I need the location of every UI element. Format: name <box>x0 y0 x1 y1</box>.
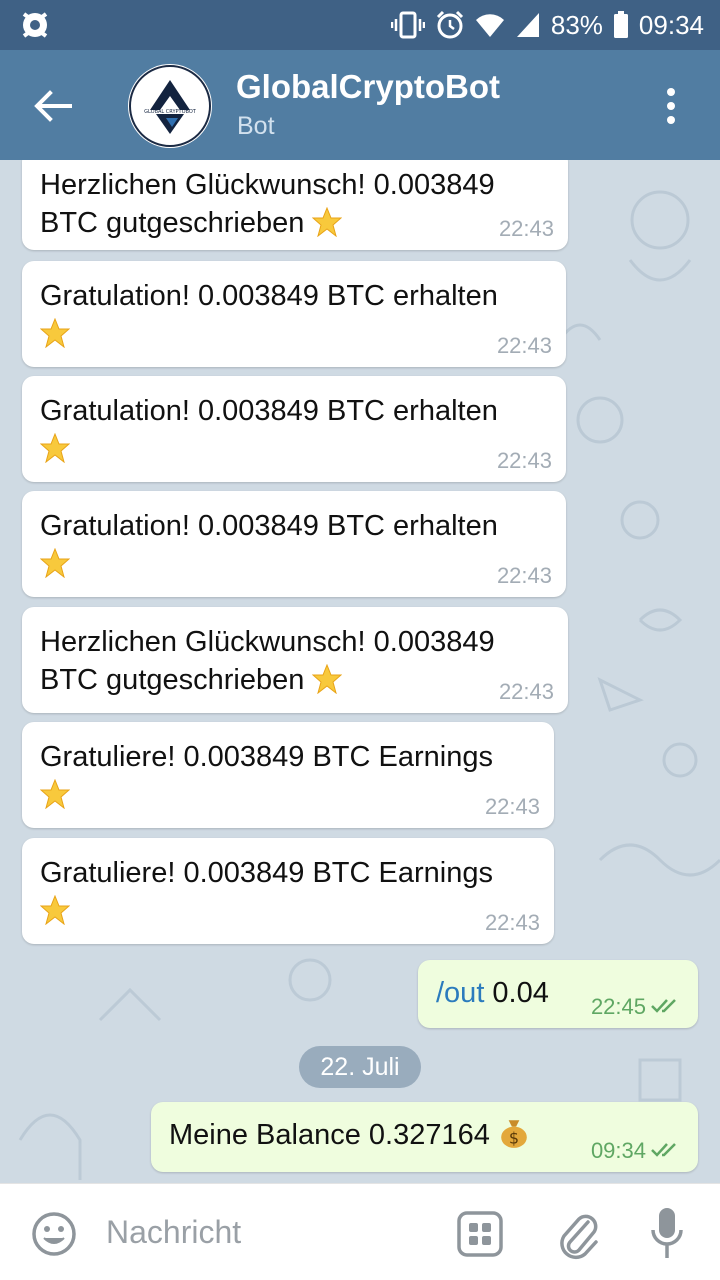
double-check-icon <box>651 999 676 1013</box>
avatar[interactable]: GLOBAL CRYPTOBOT <box>128 64 212 148</box>
message-time: 22:43 <box>498 679 554 704</box>
message-text: Gratulation! 0.003849 BTC erhalten <box>40 510 498 542</box>
message-input[interactable]: Nachricht <box>106 1214 241 1251</box>
signal-icon <box>516 13 539 37</box>
bot-command-link[interactable]: /out <box>436 977 484 1009</box>
status-bar: 83% 09:34 <box>0 0 720 50</box>
star-emoji-icon <box>40 318 70 348</box>
message-bubble[interactable]: Gratuliere! 0.003849 BTC Earnings 22:43 <box>22 838 554 944</box>
message-time: 22:43 <box>496 333 552 358</box>
star-emoji-icon <box>40 548 70 578</box>
emoji-icon[interactable] <box>30 1210 78 1258</box>
message-text: Meine Balance 0.327164 <box>169 1119 490 1151</box>
star-emoji-icon <box>312 207 343 237</box>
message-text: Gratuliere! 0.003849 BTC Earnings <box>40 741 493 773</box>
svg-text:$: $ <box>509 1129 519 1148</box>
message-time: 22:43 <box>496 563 552 588</box>
star-emoji-icon <box>312 664 343 694</box>
message-text: Gratulation! 0.003849 BTC erhalten <box>40 395 498 427</box>
message-bubble[interactable]: Gratulation! 0.003849 BTC erhalten 22:43 <box>22 491 566 597</box>
double-check-icon <box>651 1143 676 1157</box>
message-list[interactable]: Herzlichen Glückwunsch! 0.003849 BTC gut… <box>0 160 720 1183</box>
microphone-icon[interactable] <box>650 1206 684 1262</box>
message-bubble[interactable]: Herzlichen Glückwunsch! 0.003849 BTC gut… <box>22 607 568 713</box>
outgoing-message-bubble[interactable]: Meine Balance 0.327164 $ 09:34 <box>151 1102 698 1172</box>
chat-title[interactable]: GlobalCryptoBot <box>236 68 500 106</box>
attach-icon[interactable] <box>556 1208 600 1260</box>
message-time: 09:34 <box>590 1138 646 1163</box>
message-bubble[interactable]: Gratulation! 0.003849 BTC erhalten 22:43 <box>22 261 566 367</box>
back-arrow-icon[interactable] <box>30 84 74 128</box>
star-emoji-icon <box>40 895 70 925</box>
message-time: 22:43 <box>496 448 552 473</box>
message-text: Gratuliere! 0.003849 BTC Earnings <box>40 857 493 889</box>
star-emoji-icon <box>40 779 70 809</box>
message-bubble[interactable]: Herzlichen Glückwunsch! 0.003849 BTC gut… <box>22 160 568 250</box>
alarm-icon <box>436 10 463 39</box>
message-text: Gratulation! 0.003849 BTC erhalten <box>40 280 498 312</box>
star-emoji-icon <box>40 433 70 463</box>
money-bag-emoji-icon: $ <box>501 1120 527 1148</box>
avatar-text: GLOBAL CRYPTOBOT <box>144 109 197 115</box>
chat-header: GLOBAL CRYPTOBOT GlobalCryptoBot Bot <box>0 50 720 160</box>
message-composer: Nachricht <box>0 1183 720 1280</box>
message-time: 22:43 <box>484 910 540 935</box>
outgoing-message-bubble[interactable]: /out 0.04 22:45 <box>418 960 698 1028</box>
clock: 09:34 <box>638 9 704 40</box>
bot-keyboard-icon[interactable] <box>456 1210 504 1258</box>
message-bubble[interactable]: Gratulation! 0.003849 BTC erhalten 22:43 <box>22 376 566 482</box>
message-text: 0.04 <box>484 977 549 1009</box>
message-bubble[interactable]: Gratuliere! 0.003849 BTC Earnings 22:43 <box>22 722 554 828</box>
message-text: Herzlichen Glückwunsch! 0.003849 BTC gut… <box>40 169 495 239</box>
chat-subtitle: Bot <box>237 112 275 140</box>
bot-logo-icon: GLOBAL CRYPTOBOT <box>129 65 211 147</box>
avast-icon <box>22 12 48 38</box>
wifi-icon <box>475 14 504 38</box>
date-separator: 22. Juli <box>299 1046 421 1088</box>
message-time: 22:43 <box>484 794 540 819</box>
battery-icon <box>613 11 628 38</box>
battery-percent: 83% <box>550 9 603 40</box>
vibrate-icon <box>390 11 425 39</box>
message-text: Herzlichen Glückwunsch! 0.003849 BTC gut… <box>40 626 495 696</box>
message-time: 22:45 <box>590 994 646 1019</box>
message-time: 22:43 <box>498 216 554 241</box>
more-vert-icon[interactable] <box>656 84 686 128</box>
